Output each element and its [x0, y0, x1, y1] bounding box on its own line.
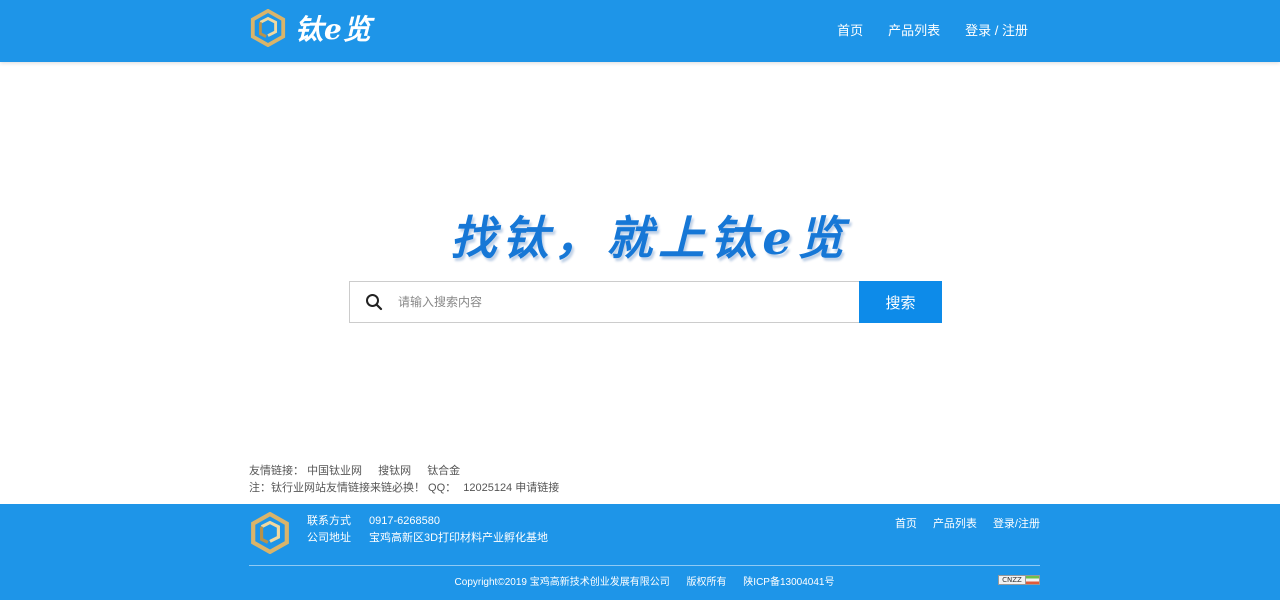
copyright-text: Copyright©2019 宝鸡高新技术创业发展有限公司: [454, 577, 670, 588]
top-header: 钛e览 首页 产品列表 登录 / 注册: [0, 0, 1280, 62]
friend-link-titanium-alloy[interactable]: 钛合金: [427, 465, 460, 477]
nav-login-register[interactable]: 登录 / 注册: [965, 20, 1028, 39]
cnzz-badge-label: CNZZ: [998, 575, 1026, 585]
search-input[interactable]: [398, 282, 859, 322]
page-footer: 联系方式 0917-6268580 公司地址 宝鸡高新区3D打印材料产业孵化基地 首…: [0, 504, 1280, 600]
footer-logo-icon: [251, 512, 289, 554]
footer-address-label: 公司地址: [307, 532, 351, 544]
main-nav: 首页 产品列表 登录 / 注册: [837, 0, 1028, 58]
footer-address: 宝鸡高新区3D打印材料产业孵化基地: [369, 532, 549, 544]
footer-nav-product-list[interactable]: 产品列表: [933, 515, 977, 531]
footer-nav-login-register[interactable]: 登录/注册: [993, 515, 1040, 531]
footer-copyright: Copyright©2019 宝鸡高新技术创业发展有限公司 版权所有 陕ICP备…: [249, 573, 1040, 588]
friend-links-qq: 12025124: [463, 482, 513, 494]
icp-number[interactable]: 陕ICP备13004041号: [743, 577, 834, 588]
search-box: [349, 281, 859, 323]
friend-links-row: 友情链接： 中国钛业网 搜钛网 钛合金: [249, 463, 572, 480]
rights-text: 版权所有: [686, 577, 727, 588]
friend-links-label: 友情链接：: [249, 465, 304, 477]
friend-link-china-titanium[interactable]: 中国钛业网: [307, 465, 362, 477]
apply-link[interactable]: 申请链接: [515, 482, 559, 494]
footer-contact: 联系方式 0917-6268580 公司地址 宝鸡高新区3D打印材料产业孵化基地: [307, 513, 548, 547]
friend-links-note: 注：钛行业网站友情链接来链必换！ QQ：: [249, 482, 457, 494]
footer-address-row: 公司地址 宝鸡高新区3D打印材料产业孵化基地: [307, 530, 548, 547]
friend-links: 友情链接： 中国钛业网 搜钛网 钛合金 注：钛行业网站友情链接来链必换！ QQ：…: [249, 463, 572, 497]
search-icon: [350, 281, 398, 323]
site-logo[interactable]: 钛e览: [249, 8, 372, 48]
footer-nav: 首页 产品列表 登录/注册: [895, 515, 1040, 531]
cnzz-badge-icon: [1026, 575, 1040, 585]
nav-home[interactable]: 首页: [837, 20, 863, 39]
hero-slogan: 找钛，就上钛e览: [450, 211, 850, 265]
cnzz-badge[interactable]: CNZZ: [998, 575, 1040, 585]
logo-text: 钛e览: [295, 13, 372, 46]
footer-phone: 0917-6268580: [369, 515, 440, 527]
friend-links-note-row: 注：钛行业网站友情链接来链必换！ QQ： 12025124 申请链接: [249, 480, 572, 497]
search-bar: 搜索: [349, 281, 942, 323]
footer-divider: [249, 565, 1040, 566]
logo-icon: [250, 9, 286, 47]
friend-link-soutai[interactable]: 搜钛网: [378, 465, 411, 477]
search-button[interactable]: 搜索: [859, 281, 942, 323]
footer-contact-label: 联系方式: [307, 515, 351, 527]
footer-nav-home[interactable]: 首页: [895, 515, 917, 531]
header-inner: 钛e览 首页 产品列表 登录 / 注册: [249, 0, 1040, 62]
footer-phone-row: 联系方式 0917-6268580: [307, 513, 548, 530]
nav-product-list[interactable]: 产品列表: [888, 20, 940, 39]
footer-inner: 联系方式 0917-6268580 公司地址 宝鸡高新区3D打印材料产业孵化基地 首…: [249, 504, 1040, 600]
